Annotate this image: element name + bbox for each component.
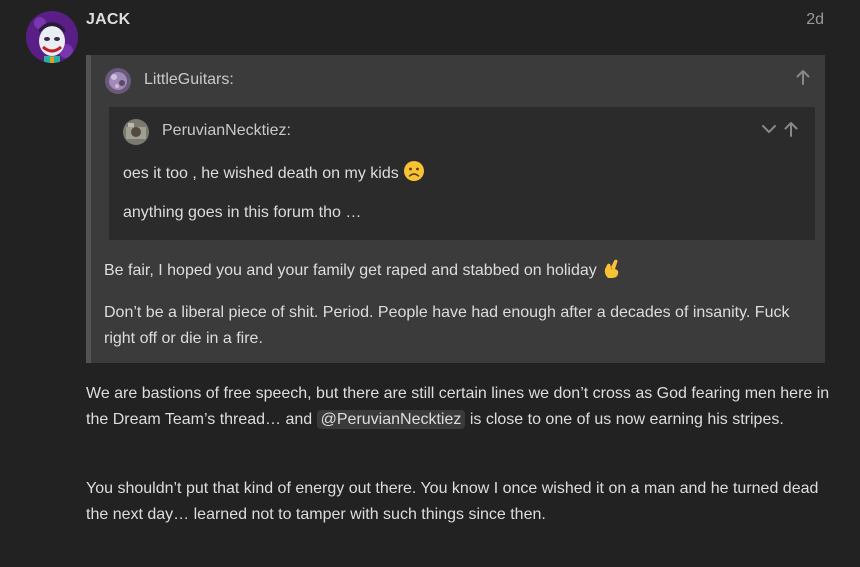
quote-block-inner: PeruvianNecktiez: oes it too , he wished… bbox=[109, 107, 815, 240]
forum-post: JACK 2d LittleGuitars: PeruvianNecktiez:… bbox=[0, 0, 860, 567]
quote-text: Don’t be a liberal piece of shit. Period… bbox=[104, 304, 790, 347]
quoted-user-avatar bbox=[105, 68, 131, 94]
quoted-username[interactable]: PeruvianNecktiez: bbox=[162, 122, 291, 140]
quoted-user-avatar bbox=[123, 119, 149, 145]
post-paragraph: We are bastions of free speech, but ther… bbox=[86, 381, 831, 433]
up-arrow-icon[interactable] bbox=[794, 68, 812, 86]
pinching-hand-emoji bbox=[601, 257, 623, 284]
quote-block-outer: LittleGuitars: PeruvianNecktiez: oes it … bbox=[86, 55, 825, 363]
quote-text-content: Be fair, I hoped you and your family get… bbox=[104, 262, 597, 279]
user-mention-link[interactable]: @PeruvianNecktiez bbox=[316, 410, 466, 429]
chevron-down-icon[interactable] bbox=[760, 120, 778, 138]
quote-header-outer: LittleGuitars: bbox=[91, 55, 825, 103]
quoted-username[interactable]: LittleGuitars: bbox=[144, 71, 234, 89]
quote-text: Be fair, I hoped you and your family get… bbox=[104, 257, 623, 284]
slightly-frowning-face-emoji bbox=[403, 160, 425, 187]
post-text: is close to one of us now earning his st… bbox=[465, 411, 784, 428]
quote-text-content: oes it too , he wished death on my kids bbox=[123, 165, 399, 182]
post-paragraph: You shouldn’t put that kind of energy ou… bbox=[86, 480, 819, 523]
post-date[interactable]: 2d bbox=[806, 11, 824, 29]
up-arrow-icon[interactable] bbox=[782, 120, 800, 138]
author-avatar[interactable] bbox=[26, 11, 78, 63]
author-username[interactable]: JACK bbox=[86, 11, 130, 29]
quote-text: oes it too , he wished death on my kids bbox=[123, 160, 425, 187]
quote-text: anything goes in this forum tho … bbox=[123, 204, 362, 221]
